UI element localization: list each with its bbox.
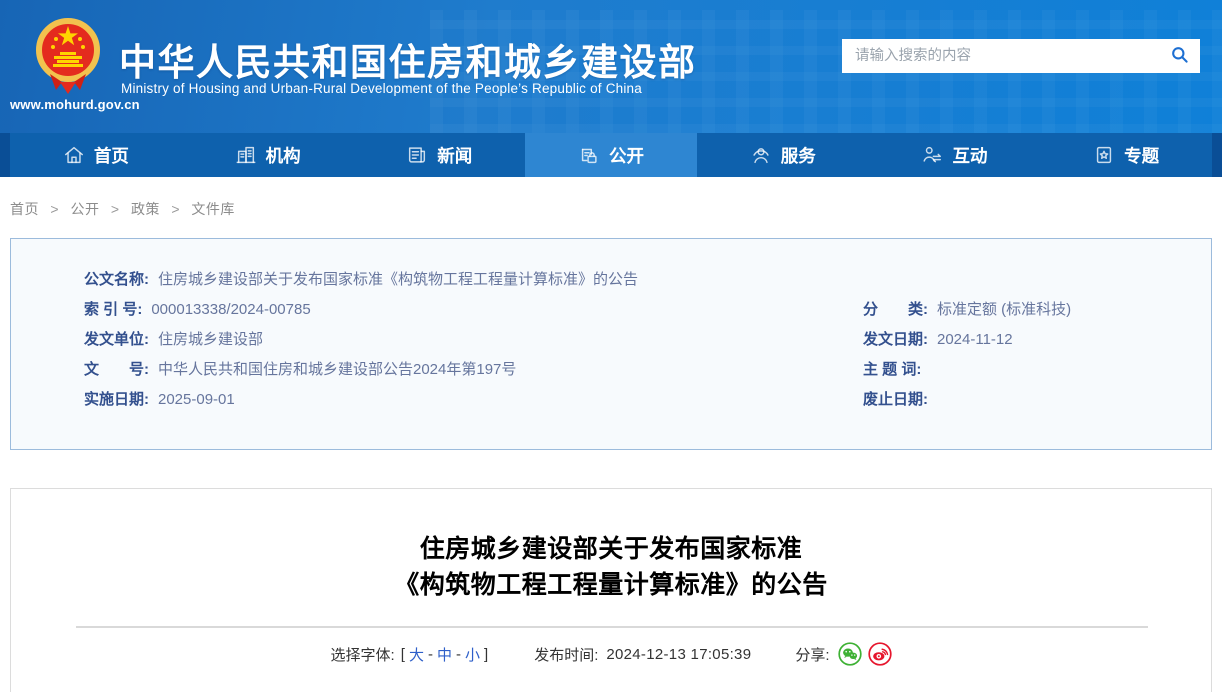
- meta-row-category: 分 类: 标准定额 (标准科技): [863, 300, 1071, 320]
- service-icon: [750, 144, 772, 166]
- search-icon: [1170, 45, 1189, 67]
- nav-item-news[interactable]: 新闻: [353, 133, 525, 177]
- nav-label: 新闻: [437, 143, 472, 168]
- meta-label: 发文日期:: [863, 331, 928, 348]
- disclosure-icon: [578, 144, 600, 166]
- font-size-selector: 选择字体: [ 大 - 中 - 小 ]: [330, 644, 490, 665]
- doc-meta-panel: 公文名称: 住房城乡建设部关于发布国家标准《构筑物工程工程量计算标准》的公告 索 …: [10, 238, 1212, 450]
- breadcrumb-link-home[interactable]: 首页: [10, 201, 39, 217]
- main-nav-inner: 首页 机构 新闻 公开 服务: [10, 133, 1212, 177]
- meta-value: 中华人民共和国住房和城乡建设部公告2024年第197号: [158, 361, 516, 378]
- nav-item-topics[interactable]: 专题: [1040, 133, 1212, 177]
- meta-row-implementation-date: 实施日期: 2025-09-01: [84, 390, 235, 410]
- article-title: 住房城乡建设部关于发布国家标准 《构筑物工程工程量计算标准》的公告: [11, 531, 1211, 603]
- meta-row-issuing-unit: 发文单位: 住房城乡建设部: [84, 330, 263, 350]
- breadcrumb-link-policy[interactable]: 政策: [131, 201, 160, 217]
- meta-value: 住房城乡建设部: [158, 331, 263, 348]
- font-size-dash: -: [456, 646, 461, 663]
- breadcrumb-separator: >: [111, 201, 120, 217]
- site-url: www.mohurd.gov.cn: [10, 97, 126, 112]
- site-title-cn: 中华人民共和国住房和城乡建设部: [119, 32, 697, 86]
- nav-item-home[interactable]: 首页: [10, 133, 182, 177]
- breadcrumb-separator: >: [171, 201, 180, 217]
- meta-label: 主 题 词:: [863, 361, 921, 378]
- breadcrumb-link-library[interactable]: 文件库: [191, 201, 235, 217]
- meta-label: 公文名称:: [84, 271, 149, 288]
- nav-item-disclosure[interactable]: 公开: [525, 133, 697, 177]
- nav-label: 互动: [952, 143, 987, 168]
- nav-label: 专题: [1124, 143, 1159, 168]
- breadcrumb-link-disclosure[interactable]: 公开: [70, 201, 99, 217]
- site-header: www.mohurd.gov.cn 中华人民共和国住房和城乡建设部 Minist…: [0, 0, 1222, 133]
- meta-row-repeal-date: 废止日期:: [863, 390, 937, 410]
- meta-value: 000013338/2024-00785: [151, 301, 310, 318]
- meta-row-doc-name: 公文名称: 住房城乡建设部关于发布国家标准《构筑物工程工程量计算标准》的公告: [84, 270, 638, 290]
- news-icon: [406, 144, 428, 166]
- share-icons: [838, 642, 892, 666]
- share-group: 分享:: [795, 642, 891, 666]
- nav-label: 首页: [94, 143, 129, 168]
- title-divider: [76, 626, 1148, 628]
- main-nav: 首页 机构 新闻 公开 服务: [0, 133, 1222, 177]
- breadcrumb-separator: >: [50, 201, 59, 217]
- meta-row-keywords: 主 题 词:: [863, 360, 930, 380]
- publish-time-value: 2024-12-13 17:05:39: [606, 646, 751, 663]
- meta-row-issue-date: 发文日期: 2024-11-12: [863, 330, 1013, 350]
- meta-value: 2025-09-01: [158, 391, 235, 408]
- nav-label: 机构: [266, 143, 301, 168]
- font-size-large[interactable]: 大: [409, 644, 424, 665]
- share-label: 分享:: [795, 644, 829, 665]
- meta-label: 索 引 号:: [84, 301, 142, 318]
- meta-value: 2024-11-12: [937, 331, 1013, 348]
- nav-label: 公开: [609, 143, 644, 168]
- topics-icon: [1093, 144, 1115, 166]
- article-title-line2: 《构筑物工程工程量计算标准》的公告: [11, 567, 1211, 603]
- meta-label: 废止日期:: [863, 391, 928, 408]
- site-title-en: Ministry of Housing and Urban-Rural Deve…: [121, 81, 642, 96]
- weibo-share-icon[interactable]: [868, 642, 892, 666]
- search-box: [842, 39, 1200, 73]
- publish-time-label: 发布时间:: [534, 644, 598, 665]
- wechat-share-icon[interactable]: [838, 642, 862, 666]
- font-size-dash: -: [428, 646, 433, 663]
- nav-item-organization[interactable]: 机构: [182, 133, 354, 177]
- meta-value: 住房城乡建设部关于发布国家标准《构筑物工程工程量计算标准》的公告: [158, 271, 638, 288]
- home-icon: [63, 144, 85, 166]
- meta-label: 分 类:: [863, 301, 928, 318]
- bracket-open: [: [401, 646, 405, 663]
- publish-time: 发布时间: 2024-12-13 17:05:39: [534, 644, 751, 665]
- bracket-close: ]: [484, 646, 488, 663]
- article-info-row: 选择字体: [ 大 - 中 - 小 ] 发布时间: 2024-12-13 17:…: [11, 642, 1211, 666]
- meta-row-index-number: 索 引 号: 000013338/2024-00785: [84, 300, 311, 320]
- meta-value: 标准定额 (标准科技): [937, 301, 1071, 318]
- breadcrumb: 首页 > 公开 > 政策 > 文件库: [10, 199, 235, 219]
- meta-row-doc-number: 文 号: 中华人民共和国住房和城乡建设部公告2024年第197号: [84, 360, 516, 380]
- nav-item-service[interactable]: 服务: [697, 133, 869, 177]
- meta-label: 发文单位:: [84, 331, 149, 348]
- meta-label: 实施日期:: [84, 391, 149, 408]
- national-emblem-logo[interactable]: [36, 12, 100, 98]
- nav-label: 服务: [781, 143, 816, 168]
- search-button[interactable]: [1158, 39, 1200, 73]
- font-size-label: 选择字体:: [330, 644, 394, 665]
- font-size-small[interactable]: 小: [465, 644, 480, 665]
- organization-icon: [235, 144, 257, 166]
- article-panel: 住房城乡建设部关于发布国家标准 《构筑物工程工程量计算标准》的公告 选择字体: …: [10, 488, 1212, 692]
- article-title-line1: 住房城乡建设部关于发布国家标准: [11, 531, 1211, 567]
- meta-label: 文 号:: [84, 361, 149, 378]
- nav-item-interaction[interactable]: 互动: [869, 133, 1041, 177]
- interaction-icon: [921, 144, 943, 166]
- search-input[interactable]: [842, 39, 1158, 73]
- font-size-medium[interactable]: 中: [437, 644, 452, 665]
